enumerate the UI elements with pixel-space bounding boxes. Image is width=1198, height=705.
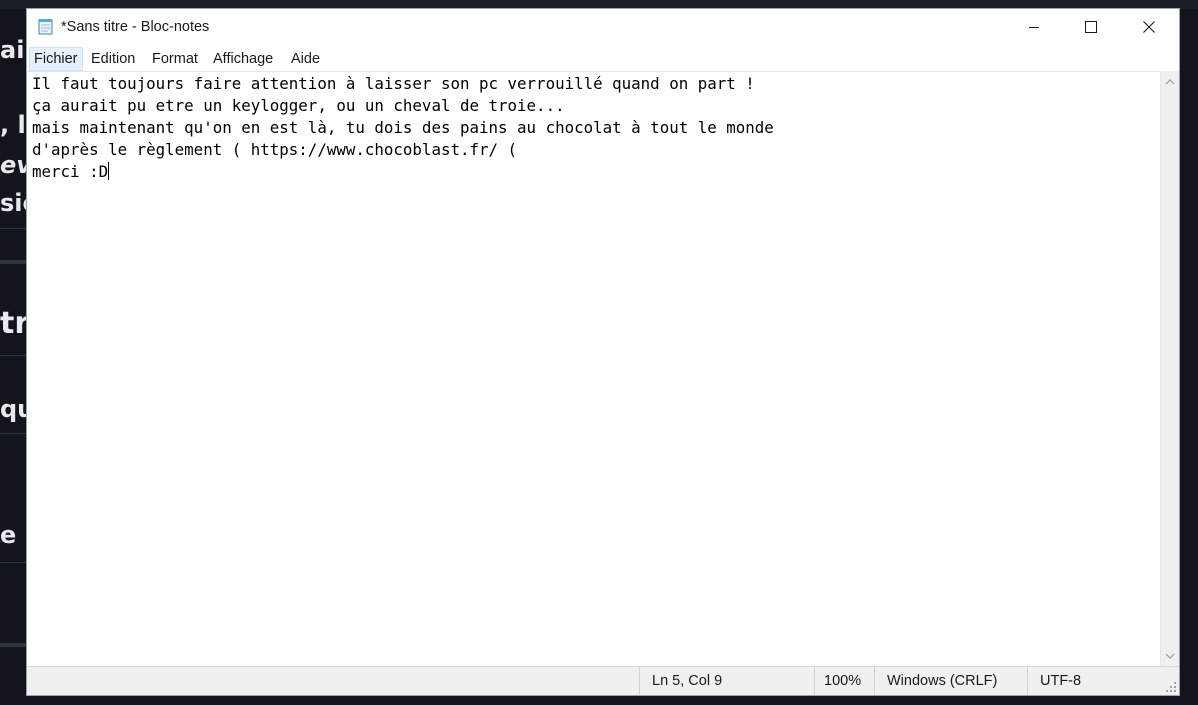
background-text-fragment: sic <box>0 189 27 217</box>
vertical-scrollbar[interactable] <box>1160 71 1179 666</box>
background-divider <box>0 355 27 356</box>
background-divider <box>0 562 27 563</box>
background-top-bar <box>0 0 1198 9</box>
resize-grip-icon[interactable] <box>1166 682 1176 692</box>
chevron-down-icon <box>1165 653 1175 659</box>
background-text-fragment: qu <box>0 395 27 423</box>
scroll-up-button[interactable] <box>1161 73 1179 90</box>
status-cursor-position: Ln 5, Col 9 <box>639 667 814 695</box>
editor-line: ça aurait pu etre un keylogger, ou un ch… <box>32 96 565 115</box>
background-text-fragment: ev <box>0 151 27 179</box>
minimize-button[interactable] <box>1005 9 1063 45</box>
maximize-icon <box>1085 21 1097 33</box>
status-bar: Ln 5, Col 9 100% Windows (CRLF) UTF-8 <box>27 666 1179 695</box>
background-text-fragment: , le <box>0 111 27 139</box>
menu-edition[interactable]: Edition <box>86 47 140 71</box>
title-bar[interactable]: *Sans titre - Bloc-notes <box>27 9 1179 46</box>
status-zoom: 100% <box>814 667 874 695</box>
menu-format[interactable]: Format <box>147 47 203 71</box>
notepad-icon[interactable] <box>37 18 55 35</box>
notepad-window: *Sans titre - Bloc-notes Fichier Edition… <box>27 9 1179 695</box>
status-line-ending: Windows (CRLF) <box>874 667 1027 695</box>
editor-content[interactable]: Il faut toujours faire attention à laiss… <box>32 73 774 183</box>
minimize-icon <box>1029 27 1039 28</box>
menu-bar: Fichier Edition Format Affichage Aide <box>27 47 1179 71</box>
menu-affichage[interactable]: Affichage <box>208 47 278 71</box>
background-divider <box>0 643 27 647</box>
editor-line: Il faut toujours faire attention à laiss… <box>32 74 755 93</box>
close-button[interactable] <box>1120 9 1178 45</box>
background-divider <box>0 228 27 229</box>
scroll-down-button[interactable] <box>1161 647 1179 664</box>
text-editor[interactable]: Il faut toujours faire attention à laiss… <box>27 71 1160 666</box>
chevron-up-icon <box>1165 78 1175 84</box>
editor-line: merci :D <box>32 162 109 181</box>
editor-line: d'après le règlement ( https://www.choco… <box>32 140 518 159</box>
background-text-fragment: ai <box>0 36 25 64</box>
background-divider <box>0 260 27 264</box>
menu-aide[interactable]: Aide <box>286 47 325 71</box>
status-encoding: UTF-8 <box>1027 667 1167 695</box>
editor-line: mais maintenant qu'on en est là, tu dois… <box>32 118 774 137</box>
maximize-button[interactable] <box>1062 9 1120 45</box>
menu-fichier[interactable]: Fichier <box>29 47 83 71</box>
close-icon <box>1143 21 1155 33</box>
background-text-fragment: tr <box>0 306 27 341</box>
window-title: *Sans titre - Bloc-notes <box>61 19 210 35</box>
background-divider <box>0 433 27 434</box>
background-text-fragment: e l <box>0 521 27 549</box>
text-caret <box>108 162 110 180</box>
